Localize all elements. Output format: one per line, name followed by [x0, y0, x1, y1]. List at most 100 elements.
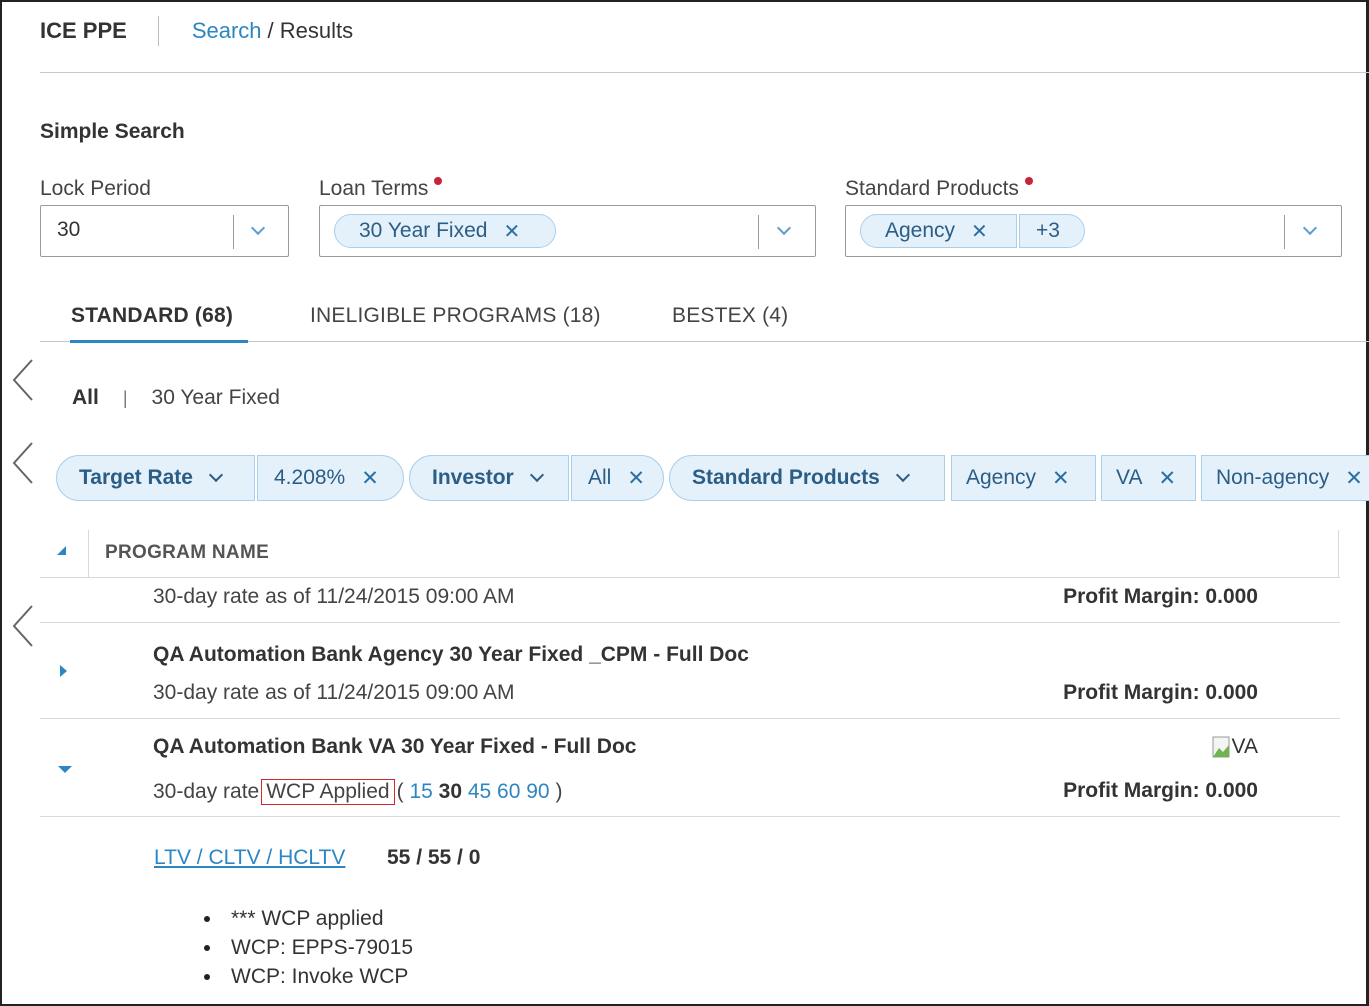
- rate-timestamp: 30-day rate as of 11/24/2015 09:00 AM: [153, 681, 515, 704]
- filter-value: 4.208%: [274, 466, 346, 489]
- close-icon[interactable]: ✕: [627, 466, 645, 491]
- more-products-chip[interactable]: +3: [1019, 214, 1085, 248]
- header-divider-line: [40, 72, 1369, 73]
- term-subfilter: All | 30 Year Fixed: [72, 386, 280, 410]
- target-rate-filter[interactable]: Target Rate: [56, 455, 255, 501]
- subfilter-term[interactable]: 30 Year Fixed: [152, 386, 280, 410]
- column-header-program-name[interactable]: PROGRAM NAME: [105, 542, 269, 564]
- standard-products-select[interactable]: Agency ✕ +3: [845, 205, 1342, 257]
- sort-toggle[interactable]: [40, 530, 89, 578]
- result-tabs: STANDARD (68) INELIGIBLE PROGRAMS (18) B…: [40, 300, 1369, 344]
- va-value-chip: VA ✕: [1101, 455, 1196, 501]
- close-icon[interactable]: ✕: [1158, 466, 1176, 491]
- non-agency-value-chip: Non-agency ✕: [1201, 455, 1369, 501]
- column-divider: [1338, 530, 1339, 578]
- filter-label: Investor: [432, 466, 514, 489]
- filter-value: All: [588, 466, 612, 489]
- investor-value-chip: All ✕: [571, 455, 664, 501]
- chevron-down-icon: [529, 467, 544, 483]
- subfilter-divider: |: [122, 387, 128, 408]
- tab-standard[interactable]: STANDARD (68): [71, 304, 233, 328]
- chevron-down-icon[interactable]: [1302, 220, 1318, 236]
- lock-option-45[interactable]: 45: [468, 780, 491, 803]
- list-item: *** WCP applied: [204, 904, 413, 933]
- filter-value: VA: [1116, 466, 1143, 489]
- filter-label: Standard Products: [692, 466, 880, 489]
- more-count: +3: [1036, 219, 1060, 242]
- filter-value: Agency: [966, 466, 1037, 489]
- ltv-cltv-hcltv-link[interactable]: LTV / CLTV / HCLTV: [154, 846, 345, 870]
- table-row[interactable]: QA Automation Bank Agency 30 Year Fixed …: [40, 623, 1340, 719]
- required-indicator: [1024, 177, 1033, 185]
- broken-image-icon: [1212, 736, 1230, 758]
- va-image: VA: [1212, 735, 1258, 759]
- paren-close: ): [555, 780, 563, 803]
- close-icon[interactable]: ✕: [1052, 466, 1070, 491]
- target-rate-value-chip: 4.208% ✕: [257, 455, 404, 501]
- standard-products-label: Standard Products: [845, 177, 1033, 201]
- select-divider: [233, 215, 234, 249]
- select-divider: [1284, 215, 1285, 249]
- close-icon[interactable]: ✕: [503, 219, 520, 244]
- lock-option-30-selected: 30: [438, 780, 462, 803]
- chip-label: Agency: [885, 219, 956, 242]
- profit-margin: Profit Margin: 0.000: [1063, 779, 1258, 802]
- chevron-left-icon[interactable]: [10, 604, 38, 648]
- agency-value-chip: Agency ✕: [951, 455, 1096, 501]
- expand-icon[interactable]: [60, 665, 67, 677]
- standard-product-chip: Agency ✕: [860, 214, 1017, 248]
- rate-lock-line: 30-day rate WCP Applied( 15 30 45 60 90 ): [153, 779, 562, 805]
- chevron-left-icon[interactable]: [10, 441, 38, 485]
- filter-label: Target Rate: [79, 466, 193, 489]
- close-icon[interactable]: ✕: [971, 219, 988, 244]
- lock-period-value: 30: [57, 218, 81, 241]
- sort-ascending-icon: [57, 546, 66, 555]
- loan-terms-label: Loan Terms: [319, 177, 443, 201]
- simple-search-title: Simple Search: [40, 120, 185, 143]
- table-row[interactable]: 30-day rate as of 11/24/2015 09:00 AM Pr…: [40, 578, 1340, 623]
- filter-value: Non-agency: [1216, 466, 1330, 489]
- chevron-down-icon: [895, 467, 910, 483]
- lock-period-select[interactable]: 30: [40, 205, 289, 257]
- lock-period-label: Lock Period: [40, 177, 151, 200]
- close-icon[interactable]: ✕: [1345, 466, 1363, 491]
- program-name: QA Automation Bank VA 30 Year Fixed - Fu…: [153, 735, 637, 758]
- required-indicator: [434, 177, 443, 185]
- subfilter-all[interactable]: All: [72, 386, 99, 410]
- header-divider: [157, 16, 159, 46]
- table-row[interactable]: QA Automation Bank VA 30 Year Fixed - Fu…: [40, 719, 1340, 817]
- active-tab-indicator: [70, 340, 248, 343]
- wcp-applied-badge: WCP Applied: [261, 779, 395, 805]
- select-divider: [758, 215, 759, 249]
- lock-option-90[interactable]: 90: [526, 780, 549, 803]
- list-item: WCP: Invoke WCP: [204, 962, 413, 991]
- chevron-down-icon[interactable]: [776, 220, 792, 236]
- breadcrumb-current: / Results: [267, 18, 354, 43]
- close-icon[interactable]: ✕: [361, 466, 379, 491]
- standard-products-filter[interactable]: Standard Products: [669, 455, 945, 501]
- rate-prefix: 30-day rate: [153, 780, 260, 803]
- chevron-down-icon: [208, 467, 224, 483]
- lock-option-15[interactable]: 15: [409, 780, 432, 803]
- lock-option-60[interactable]: 60: [497, 780, 520, 803]
- chevron-left-icon[interactable]: [10, 358, 38, 402]
- breadcrumb-search-link[interactable]: Search: [192, 18, 262, 44]
- loan-term-chip: 30 Year Fixed ✕: [334, 214, 556, 248]
- list-item: WCP: EPPS-79015: [204, 933, 413, 962]
- table-header: PROGRAM NAME: [40, 530, 1340, 578]
- app-header: ICE PPE Search / Results: [40, 14, 353, 48]
- loan-terms-select[interactable]: 30 Year Fixed ✕: [319, 205, 816, 257]
- profit-margin: Profit Margin: 0.000: [1063, 681, 1258, 704]
- rate-timestamp: 30-day rate as of 11/24/2015 09:00 AM: [153, 585, 515, 608]
- image-alt-text: VA: [1231, 735, 1258, 758]
- profit-margin: Profit Margin: 0.000: [1063, 585, 1258, 608]
- tab-bestex[interactable]: BESTEX (4): [672, 304, 788, 328]
- app-title: ICE PPE: [40, 18, 127, 43]
- paren-open: (: [396, 780, 404, 803]
- chevron-down-icon[interactable]: [250, 220, 266, 236]
- tab-ineligible-programs[interactable]: INELIGIBLE PROGRAMS (18): [310, 304, 601, 328]
- program-name: QA Automation Bank Agency 30 Year Fixed …: [153, 643, 749, 666]
- investor-filter[interactable]: Investor: [409, 455, 569, 501]
- collapse-icon[interactable]: [58, 766, 72, 773]
- ltv-value: 55 / 55 / 0: [387, 846, 481, 869]
